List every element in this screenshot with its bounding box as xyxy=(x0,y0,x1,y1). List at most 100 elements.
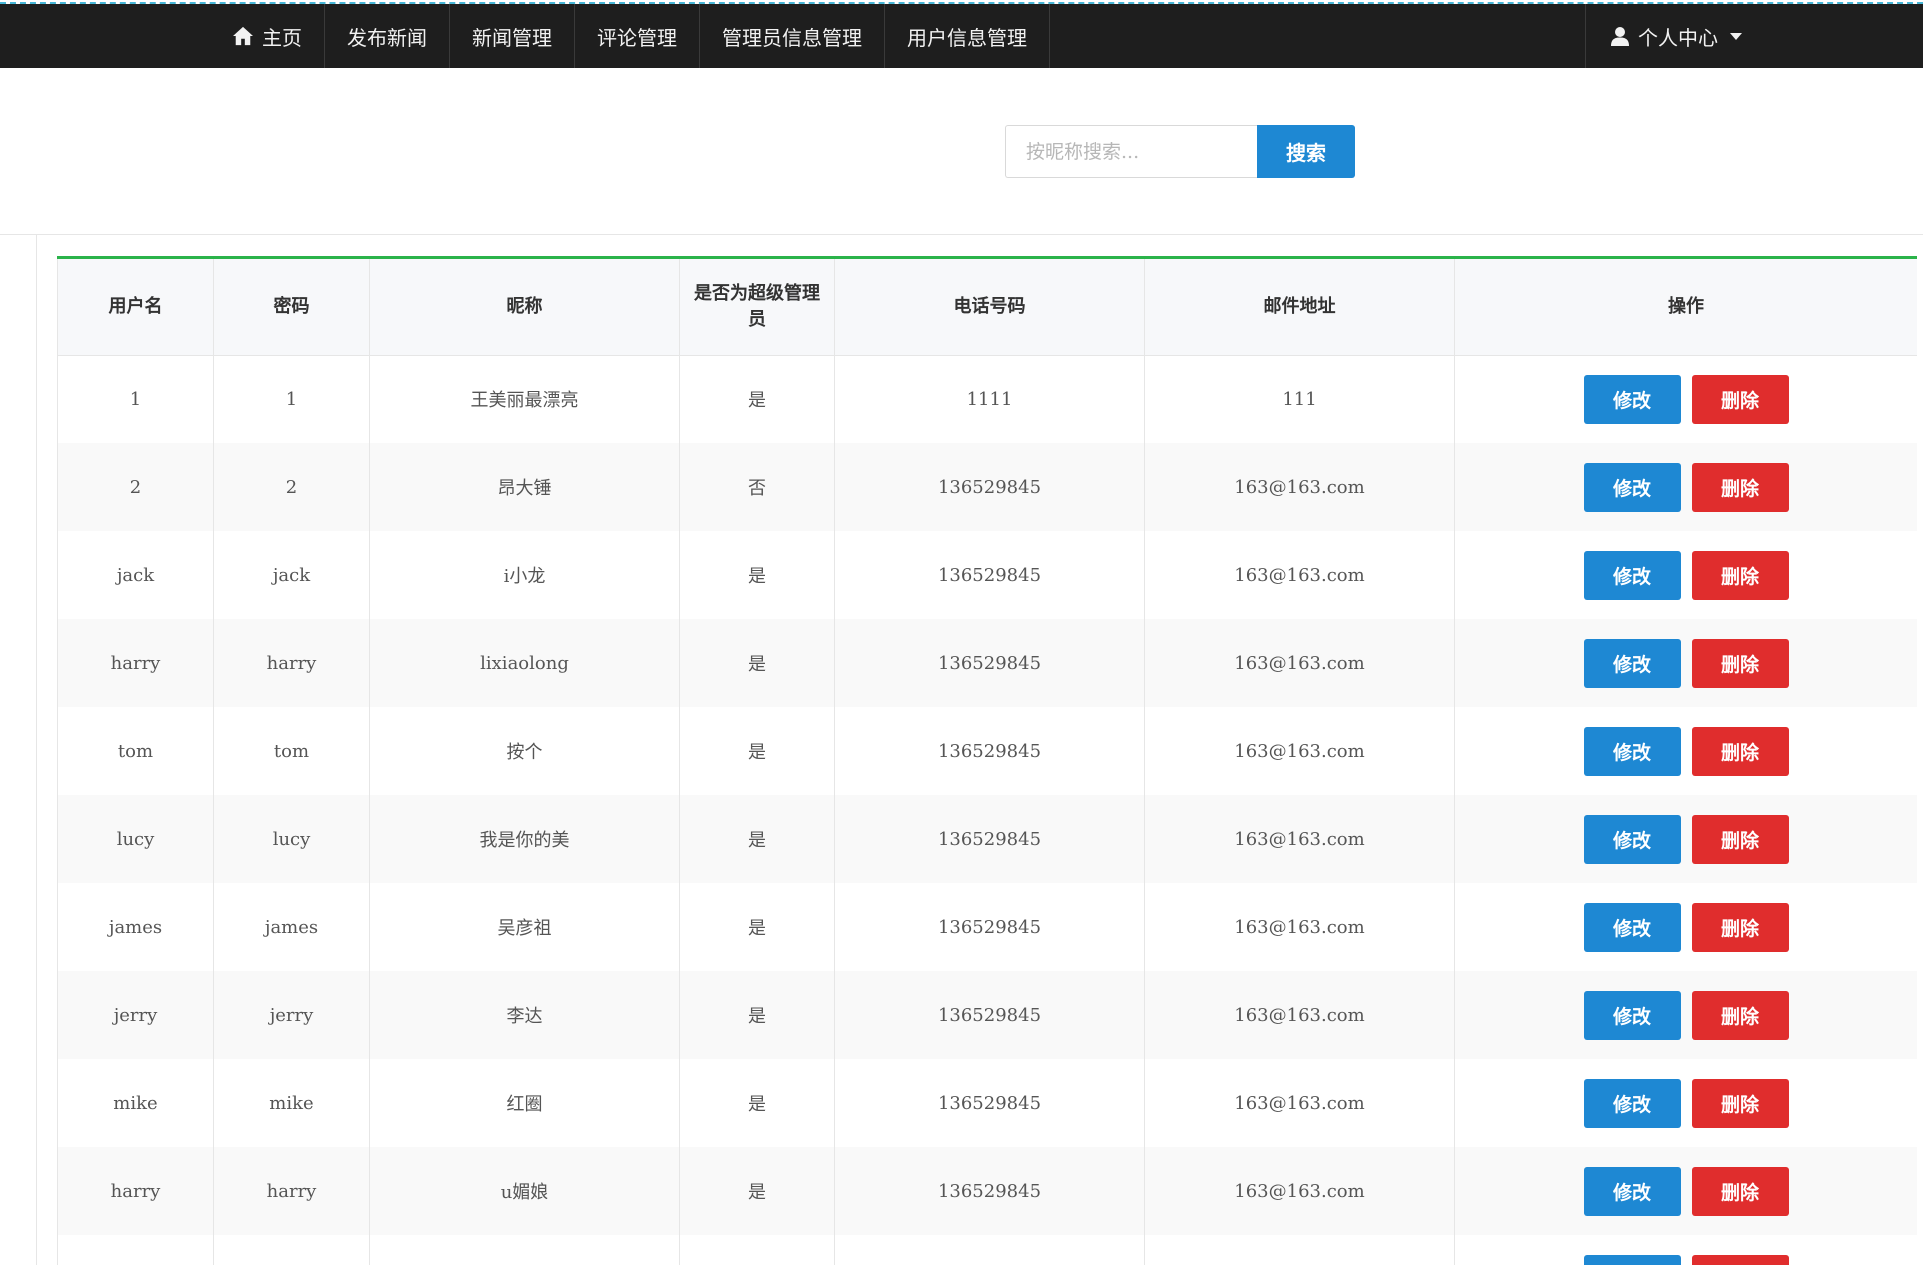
delete-button[interactable]: 删除 xyxy=(1691,902,1789,952)
cell-is-super xyxy=(679,1235,835,1265)
table-header-row: 用户名 密码 昵称 是否为超级管理员 电话号码 邮件地址 操作 xyxy=(57,259,1917,356)
column-header-password: 密码 xyxy=(213,259,370,356)
cell-phone: 136529845 xyxy=(834,795,1145,883)
edit-button[interactable]: 修改 xyxy=(1583,814,1681,864)
cell-nickname: 王美丽最漂亮 xyxy=(369,355,680,443)
table-body: 1 1 王美丽最漂亮是 1111 111 修改 删除 2 2 昂大锤否 136529845 163@1… xyxy=(57,355,1917,1265)
cell-actions: 修改删除 xyxy=(1454,619,1917,707)
cell-nickname: 按个 xyxy=(369,707,680,795)
cell-username: james xyxy=(57,883,214,971)
delete-button[interactable]: 删除 xyxy=(1691,1254,1789,1265)
column-header-phone: 电话号码 xyxy=(834,259,1145,356)
cell-email: 163@163.com xyxy=(1144,707,1455,795)
cell-email: 163@163.com xyxy=(1144,883,1455,971)
cell-is-super: 是 xyxy=(679,971,835,1059)
edit-button[interactable]: 修改 xyxy=(1583,462,1681,512)
nav-item-label: 用户信息管理 xyxy=(907,25,1027,50)
column-header-nickname: 昵称 xyxy=(369,259,680,356)
table-row: jerry jerry 李达是 136529845 163@163.com 修改 删除 xyxy=(57,971,1917,1059)
cell-phone: 136529845 xyxy=(834,531,1145,619)
user-table: 用户名 密码 昵称 是否为超级管理员 电话号码 邮件地址 操作 1 1 王美丽最漂亮… xyxy=(57,259,1917,1265)
cell-username: harry xyxy=(57,619,214,707)
cell-email: 163@163.com xyxy=(1144,619,1455,707)
cell-phone: 136529845 xyxy=(834,1147,1145,1235)
delete-button[interactable]: 删除 xyxy=(1691,814,1789,864)
cell-is-super: 是 xyxy=(679,619,835,707)
search-button[interactable]: 搜索 xyxy=(1257,125,1355,178)
edit-button[interactable]: 修改 xyxy=(1583,1254,1681,1265)
cell-password: jack xyxy=(213,531,370,619)
table-row: harry harry lixiaolong 是 136529845 163@163.co… xyxy=(57,619,1917,707)
cell-password: tom xyxy=(213,707,370,795)
delete-button[interactable]: 删除 xyxy=(1691,990,1789,1040)
table-row: tom tom 按个是 136529845 163@163.com 修改 删除 xyxy=(57,707,1917,795)
cell-actions: 修改删除 xyxy=(1454,883,1917,971)
cell-password: james xyxy=(213,883,370,971)
edit-button[interactable]: 修改 xyxy=(1583,550,1681,600)
nav-item-home[interactable]: 主页 xyxy=(210,4,325,68)
cell-password: harry xyxy=(213,619,370,707)
cell-phone: 136529845 xyxy=(834,1059,1145,1147)
cell-email: 163@163.com xyxy=(1144,971,1455,1059)
table-row: mike mike 红圈是 136529845 163@163.com 修改 删除 xyxy=(57,1059,1917,1147)
column-header-email: 邮件地址 xyxy=(1144,259,1455,356)
delete-button[interactable]: 删除 xyxy=(1691,1166,1789,1216)
top-navbar: 主页 发布新闻 新闻管理 评论管理 管理员信息管理 用户信息管理 个人中心 xyxy=(0,4,1923,68)
cell-password: harry xyxy=(213,1147,370,1235)
nav-item-label: 评论管理 xyxy=(597,25,677,50)
cell-is-super: 否 xyxy=(679,443,835,531)
edit-button[interactable]: 修改 xyxy=(1583,638,1681,688)
table-row: 修改删除 xyxy=(57,1235,1917,1265)
table-row: 2 2 昂大锤否 136529845 163@163.com 修改 删除 xyxy=(57,443,1917,531)
cell-nickname: 昂大锤 xyxy=(369,443,680,531)
cell-username: 1 xyxy=(57,355,214,443)
cell-is-super: 是 xyxy=(679,355,835,443)
nav-item-news-management[interactable]: 新闻管理 xyxy=(450,4,575,68)
edit-button[interactable]: 修改 xyxy=(1583,1078,1681,1128)
nav-item-comment-management[interactable]: 评论管理 xyxy=(575,4,700,68)
cell-password: jerry xyxy=(213,971,370,1059)
table-row: lucy lucy 我是你的美是 136529845 163@163.com 修改 删除 xyxy=(57,795,1917,883)
cell-nickname: u媚娘 xyxy=(369,1147,680,1235)
cell-nickname: 红圈 xyxy=(369,1059,680,1147)
delete-button[interactable]: 删除 xyxy=(1691,374,1789,424)
edit-button[interactable]: 修改 xyxy=(1583,726,1681,776)
cell-nickname: 李达 xyxy=(369,971,680,1059)
personal-center-dropdown[interactable]: 个人中心 xyxy=(1585,4,1745,68)
nav-item-publish-news[interactable]: 发布新闻 xyxy=(325,4,450,68)
table-row: james james 吴彦祖是 136529845 163@163.com 修改 删除 xyxy=(57,883,1917,971)
nav-item-label: 发布新闻 xyxy=(347,25,427,50)
sidebar-border xyxy=(36,235,37,1265)
table-row: 1 1 王美丽最漂亮是 1111 111 修改 删除 xyxy=(57,355,1917,443)
cell-phone: 136529845 xyxy=(834,619,1145,707)
edit-button[interactable]: 修改 xyxy=(1583,990,1681,1040)
delete-button[interactable]: 删除 xyxy=(1691,550,1789,600)
edit-button[interactable]: 修改 xyxy=(1583,374,1681,424)
nav-menu: 主页 发布新闻 新闻管理 评论管理 管理员信息管理 用户信息管理 xyxy=(210,4,1050,68)
delete-button[interactable]: 删除 xyxy=(1691,726,1789,776)
delete-button[interactable]: 删除 xyxy=(1691,1078,1789,1128)
delete-button[interactable]: 删除 xyxy=(1691,638,1789,688)
search-input[interactable] xyxy=(1005,125,1257,178)
column-header-is-super-admin: 是否为超级管理员 xyxy=(679,259,835,356)
cell-username: jack xyxy=(57,531,214,619)
edit-button[interactable]: 修改 xyxy=(1583,1166,1681,1216)
cell-username: harry xyxy=(57,1147,214,1235)
cell-password: lucy xyxy=(213,795,370,883)
cell-is-super: 是 xyxy=(679,795,835,883)
cell-username: 2 xyxy=(57,443,214,531)
cell-phone xyxy=(834,1235,1145,1265)
cell-email: 163@163.com xyxy=(1144,795,1455,883)
cell-is-super: 是 xyxy=(679,1059,835,1147)
nav-item-admin-info-management[interactable]: 管理员信息管理 xyxy=(700,4,885,68)
edit-button[interactable]: 修改 xyxy=(1583,902,1681,952)
cell-is-super: 是 xyxy=(679,707,835,795)
cell-phone: 1111 xyxy=(834,355,1145,443)
nav-item-label: 管理员信息管理 xyxy=(722,25,862,50)
header-divider xyxy=(0,234,1923,235)
nav-item-user-info-management[interactable]: 用户信息管理 xyxy=(885,4,1050,68)
column-header-username: 用户名 xyxy=(57,259,214,356)
search-bar: 搜索 xyxy=(1005,125,1355,178)
cell-email: 163@163.com xyxy=(1144,531,1455,619)
delete-button[interactable]: 删除 xyxy=(1691,462,1789,512)
